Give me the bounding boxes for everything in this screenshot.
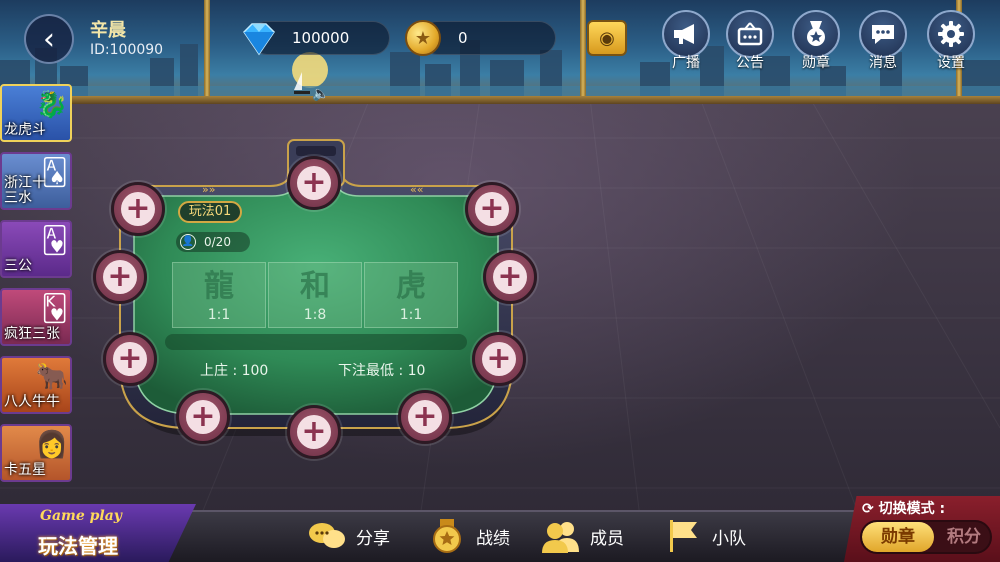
chevron-icon: «« bbox=[410, 183, 424, 196]
seat-empty[interactable]: + bbox=[483, 250, 537, 304]
record-label: 战绩 bbox=[476, 528, 510, 549]
min-bet-info: 下注最低 : 10 bbox=[338, 363, 426, 379]
manage-subtitle: Game play bbox=[40, 508, 122, 524]
plus-icon: + bbox=[408, 400, 442, 434]
chevron-icon: »» bbox=[202, 183, 216, 196]
members-label: 成员 bbox=[590, 528, 624, 549]
bet-area-odds: 1:1 bbox=[399, 307, 423, 323]
seat-empty[interactable]: + bbox=[176, 390, 230, 444]
seat-empty[interactable]: + bbox=[287, 405, 341, 459]
seat-empty[interactable]: + bbox=[398, 390, 452, 444]
members-button[interactable]: 成员 bbox=[540, 514, 624, 558]
share-label: 分享 bbox=[356, 528, 390, 549]
bet-area-tiger[interactable]: 虎 1:1 bbox=[364, 262, 458, 328]
table-progress-bar bbox=[165, 334, 467, 350]
plus-icon: + bbox=[113, 342, 147, 376]
share-button[interactable]: 分享 bbox=[306, 514, 390, 558]
mode-switch-label: ⟳ 切换模式 : bbox=[862, 498, 945, 518]
bet-area-odds: 1:8 bbox=[303, 307, 327, 323]
plus-icon: + bbox=[297, 166, 331, 200]
mode-option-medal[interactable]: 勋章 bbox=[862, 522, 934, 552]
team-button[interactable]: 小队 bbox=[662, 514, 746, 558]
bet-area-name: 虎 bbox=[396, 269, 426, 304]
team-label: 小队 bbox=[712, 528, 746, 549]
bet-area-name: 龍 bbox=[204, 269, 234, 304]
bet-area-odds: 1:1 bbox=[207, 307, 231, 323]
manage-title: 玩法管理 bbox=[38, 534, 118, 558]
share-icon bbox=[309, 523, 345, 548]
seat-empty[interactable]: + bbox=[111, 182, 165, 236]
bet-area-name: 和 bbox=[300, 269, 330, 304]
members-icon bbox=[542, 522, 579, 553]
seat-empty[interactable]: + bbox=[93, 250, 147, 304]
plus-icon: + bbox=[475, 192, 509, 226]
record-button[interactable]: 战绩 bbox=[426, 514, 510, 558]
plus-icon: + bbox=[121, 192, 155, 226]
plus-icon: + bbox=[103, 260, 137, 294]
plus-icon: + bbox=[186, 400, 220, 434]
mode-option-points[interactable]: 积分 bbox=[936, 522, 990, 552]
seat-empty[interactable]: + bbox=[472, 332, 526, 386]
plus-icon: + bbox=[297, 415, 331, 449]
plus-icon: + bbox=[493, 260, 527, 294]
person-icon: 👤 bbox=[180, 234, 196, 250]
team-flag-icon bbox=[670, 520, 697, 552]
plus-icon: + bbox=[482, 342, 516, 376]
room-tag: 玩法01 bbox=[178, 201, 242, 223]
bet-area-tie[interactable]: 和 1:8 bbox=[268, 262, 362, 328]
seat-empty[interactable]: + bbox=[465, 182, 519, 236]
seat-empty[interactable]: + bbox=[103, 332, 157, 386]
mode-toggle[interactable]: 勋章 积分 bbox=[860, 520, 992, 554]
record-icon bbox=[433, 519, 461, 553]
mode-switch-text: 切换模式 : bbox=[878, 501, 946, 517]
refresh-icon: ⟳ bbox=[862, 501, 874, 517]
bet-area-dragon[interactable]: 龍 1:1 bbox=[172, 262, 266, 328]
seat-empty[interactable]: + bbox=[287, 156, 341, 210]
banker-info: 上庄 : 100 bbox=[200, 363, 269, 379]
